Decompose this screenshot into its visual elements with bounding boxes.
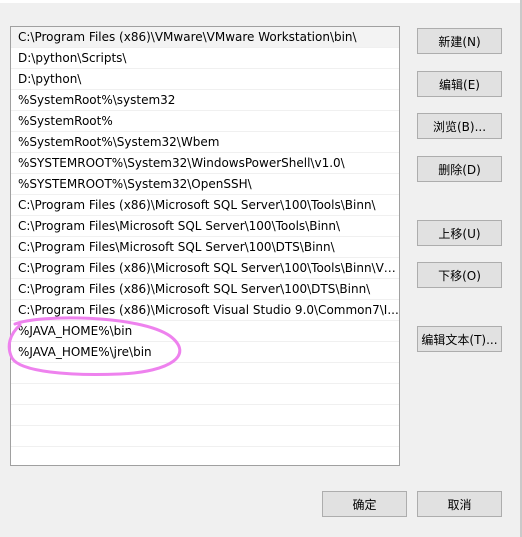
edit-button[interactable]: 编辑(E) <box>417 71 502 97</box>
list-item[interactable]: %JAVA_HOME%\jre\bin <box>11 342 399 363</box>
window-top-edge <box>0 0 522 3</box>
path-list[interactable]: C:\Program Files (x86)\VMware\VMware Wor… <box>10 26 400 466</box>
list-item-empty[interactable] <box>11 384 399 405</box>
list-item[interactable]: %SystemRoot%\System32\Wbem <box>11 132 399 153</box>
list-item[interactable]: %SYSTEMROOT%\System32\WindowsPowerShell\… <box>11 153 399 174</box>
list-item[interactable]: C:\Program Files\Microsoft SQL Server\10… <box>11 237 399 258</box>
new-button[interactable]: 新建(N) <box>417 28 502 54</box>
delete-button[interactable]: 删除(D) <box>417 156 502 182</box>
list-item[interactable]: C:\Program Files (x86)\Microsoft SQL Ser… <box>11 279 399 300</box>
edit-text-button[interactable]: 编辑文本(T)... <box>417 326 502 352</box>
list-item-empty[interactable] <box>11 426 399 447</box>
move-up-button[interactable]: 上移(U) <box>417 220 502 246</box>
list-item-empty[interactable] <box>11 405 399 426</box>
list-item[interactable]: C:\Program Files (x86)\VMware\VMware Wor… <box>11 27 399 48</box>
cancel-button[interactable]: 取消 <box>417 491 502 517</box>
list-item-empty[interactable] <box>11 363 399 384</box>
list-item[interactable]: %SYSTEMROOT%\System32\OpenSSH\ <box>11 174 399 195</box>
browse-button[interactable]: 浏览(B)... <box>417 113 502 139</box>
list-item[interactable]: C:\Program Files (x86)\Microsoft Visual … <box>11 300 399 321</box>
list-item[interactable]: C:\Program Files\Microsoft SQL Server\10… <box>11 216 399 237</box>
list-item-empty[interactable] <box>11 447 399 465</box>
list-item[interactable]: D:\python\Scripts\ <box>11 48 399 69</box>
list-item[interactable]: D:\python\ <box>11 69 399 90</box>
list-item[interactable]: C:\Program Files (x86)\Microsoft SQL Ser… <box>11 195 399 216</box>
ok-button[interactable]: 确定 <box>322 491 407 517</box>
list-item[interactable]: %SystemRoot%\system32 <box>11 90 399 111</box>
move-down-button[interactable]: 下移(O) <box>417 262 502 288</box>
list-item[interactable]: C:\Program Files (x86)\Microsoft SQL Ser… <box>11 258 399 279</box>
list-item[interactable]: %JAVA_HOME%\bin <box>11 321 399 342</box>
list-item[interactable]: %SystemRoot% <box>11 111 399 132</box>
